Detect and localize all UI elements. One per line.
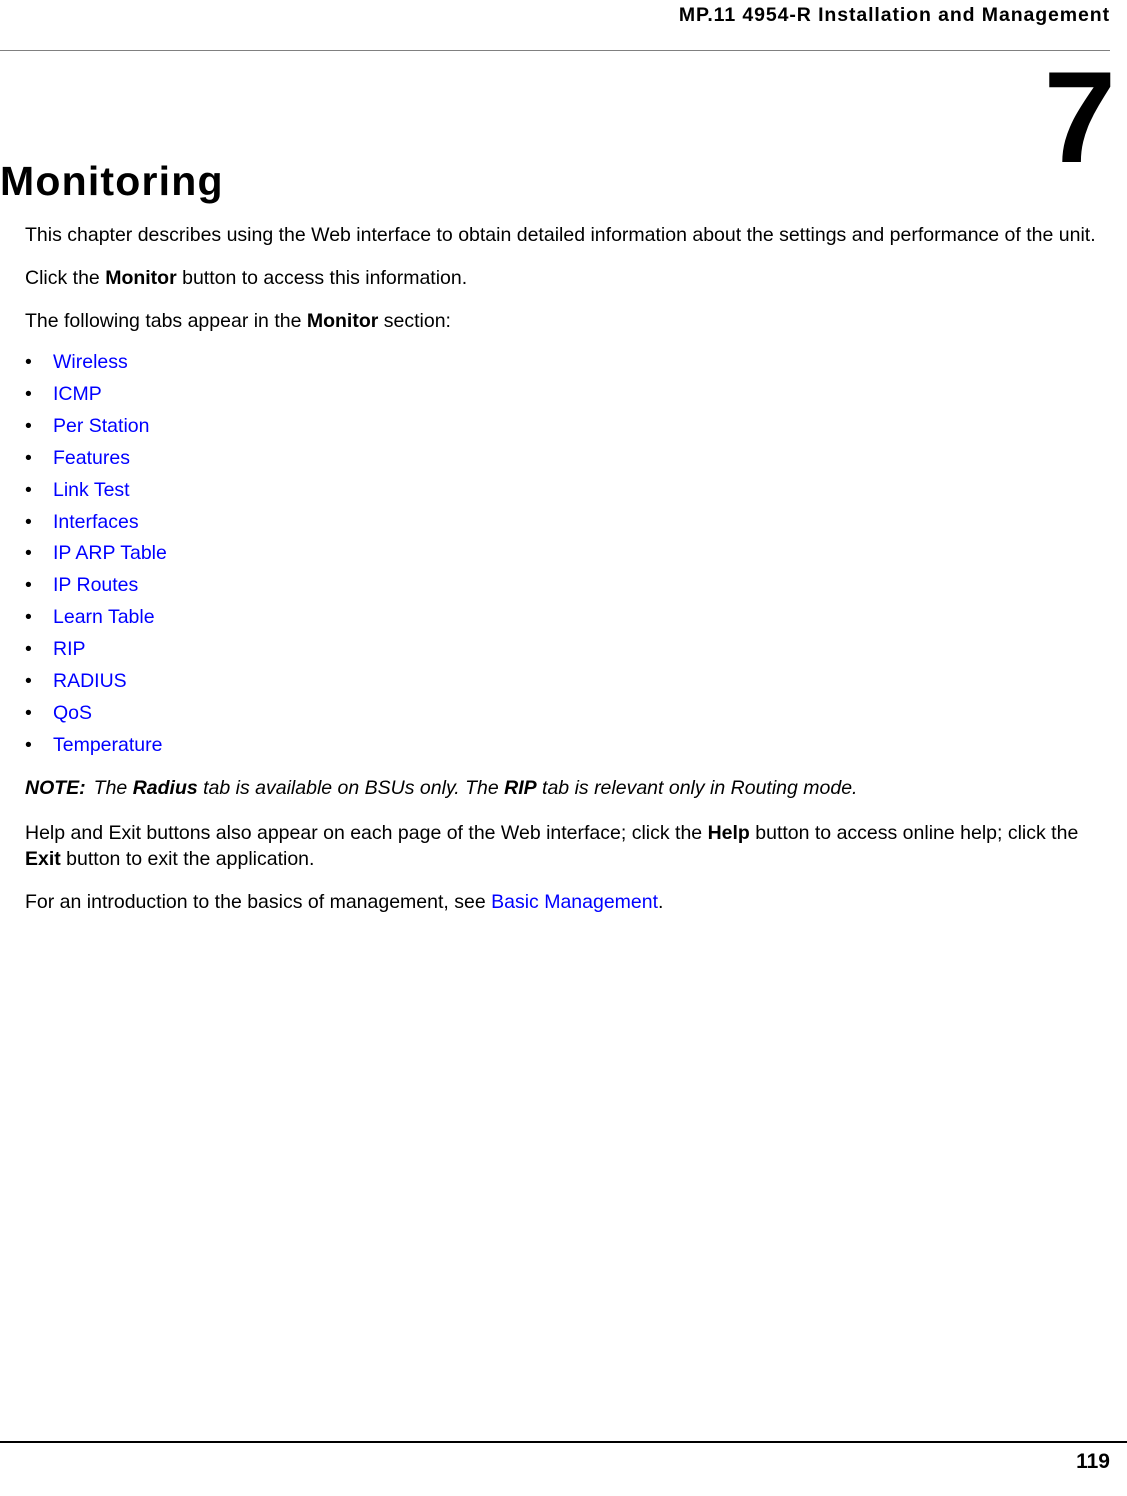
- bullet-icon: •: [25, 574, 32, 597]
- link-per-station[interactable]: Per Station: [53, 415, 149, 437]
- footer-rule: [0, 1441, 1127, 1443]
- bullet-icon: •: [25, 701, 32, 724]
- help-exit-text-2: button to access online help; click the: [749, 821, 1079, 844]
- monitor-button-label: Monitor: [105, 267, 177, 289]
- bullet-icon: •: [25, 446, 32, 469]
- running-head: MP.11 4954-R Installation and Management: [678, 4, 1110, 26]
- link-interfaces[interactable]: Interfaces: [53, 511, 139, 533]
- page-number: 119: [1076, 1450, 1110, 1473]
- bullet-icon: •: [25, 414, 32, 437]
- intro-paragraph-3: The following tabs appear in the Monitor…: [25, 308, 1107, 334]
- note-rip-term: RIP: [504, 776, 537, 799]
- link-rip[interactable]: RIP: [53, 638, 86, 660]
- bullet-icon: •: [25, 351, 32, 373]
- chapter-number: 7: [1043, 44, 1116, 190]
- intro-paragraph-1: This chapter describes using the Web int…: [25, 222, 1107, 248]
- list-item: • Learn Table: [25, 605, 1107, 631]
- intro-paragraph-2-before: Click the: [25, 267, 106, 289]
- note-paragraph: NOTE: The Radius tab is available on BSUs…: [25, 775, 1107, 801]
- list-item: • RADIUS: [25, 669, 1107, 695]
- link-radius[interactable]: RADIUS: [53, 670, 127, 692]
- page-title: Monitoring: [0, 158, 224, 205]
- header-rule: [0, 50, 1110, 51]
- link-features[interactable]: Features: [53, 447, 130, 469]
- bullet-icon: •: [25, 478, 32, 501]
- body-content: This chapter describes using the Web int…: [25, 222, 1107, 932]
- list-item: • IP ARP Table: [25, 541, 1107, 567]
- note-radius-term: Radius: [132, 776, 198, 799]
- exit-button-label: Exit: [25, 847, 61, 870]
- list-item: • IP Routes: [25, 573, 1107, 599]
- basics-text-1: For an introduction to the basics of man…: [25, 890, 492, 913]
- basics-paragraph: For an introduction to the basics of man…: [25, 889, 1107, 915]
- bullet-icon: •: [25, 638, 32, 661]
- intro-paragraph-3-before: The following tabs appear in the: [25, 310, 307, 332]
- help-button-label: Help: [707, 821, 750, 844]
- list-item: • Wireless: [25, 350, 1107, 376]
- list-item: • RIP: [25, 637, 1107, 663]
- link-icmp[interactable]: ICMP: [53, 383, 102, 405]
- note-text-3: tab is relevant only in Routing mode.: [536, 776, 858, 799]
- list-item: • ICMP: [25, 382, 1107, 408]
- list-item: • Temperature: [25, 733, 1107, 759]
- bullet-icon: •: [25, 510, 32, 533]
- link-ip-arp-table[interactable]: IP ARP Table: [53, 542, 167, 564]
- list-item: • QoS: [25, 701, 1107, 727]
- list-item: • Per Station: [25, 414, 1107, 440]
- intro-paragraph-1-text: This chapter describes using the Web int…: [25, 224, 1096, 246]
- bullet-icon: •: [25, 670, 32, 693]
- intro-paragraph-2: Click the Monitor button to access this …: [25, 265, 1107, 291]
- link-learn-table[interactable]: Learn Table: [53, 606, 155, 628]
- help-exit-text-1: Help and Exit buttons also appear on eac…: [25, 821, 708, 844]
- link-ip-routes[interactable]: IP Routes: [53, 574, 138, 596]
- help-exit-text-3: button to exit the application.: [60, 847, 315, 870]
- note-label: NOTE:: [25, 776, 86, 799]
- list-item: • Interfaces: [25, 510, 1107, 536]
- bullet-icon: •: [25, 542, 32, 565]
- link-basic-management[interactable]: Basic Management: [491, 891, 658, 913]
- intro-paragraph-2-after: button to access this information.: [176, 267, 468, 289]
- bullet-icon: •: [25, 733, 32, 756]
- bullet-icon: •: [25, 606, 32, 629]
- note-text-1: The: [93, 776, 133, 799]
- link-wireless[interactable]: Wireless: [53, 351, 128, 373]
- monitor-section-label: Monitor: [306, 310, 379, 332]
- basics-text-2: .: [658, 890, 664, 913]
- help-exit-paragraph: Help and Exit buttons also appear on eac…: [25, 820, 1107, 872]
- link-temperature[interactable]: Temperature: [53, 734, 162, 756]
- bullet-icon: •: [25, 382, 32, 405]
- link-qos[interactable]: QoS: [53, 702, 92, 724]
- note-text-2: tab is available on BSUs only. The: [197, 776, 505, 799]
- intro-paragraph-3-after: section:: [378, 310, 451, 332]
- link-link-test[interactable]: Link Test: [53, 479, 130, 501]
- document-page: MP.11 4954-R Installation and Management…: [0, 0, 1127, 1496]
- list-item: • Features: [25, 446, 1107, 472]
- monitor-tab-list: • Wireless • ICMP • Per Station • Featur…: [25, 350, 1107, 759]
- list-item: • Link Test: [25, 478, 1107, 504]
